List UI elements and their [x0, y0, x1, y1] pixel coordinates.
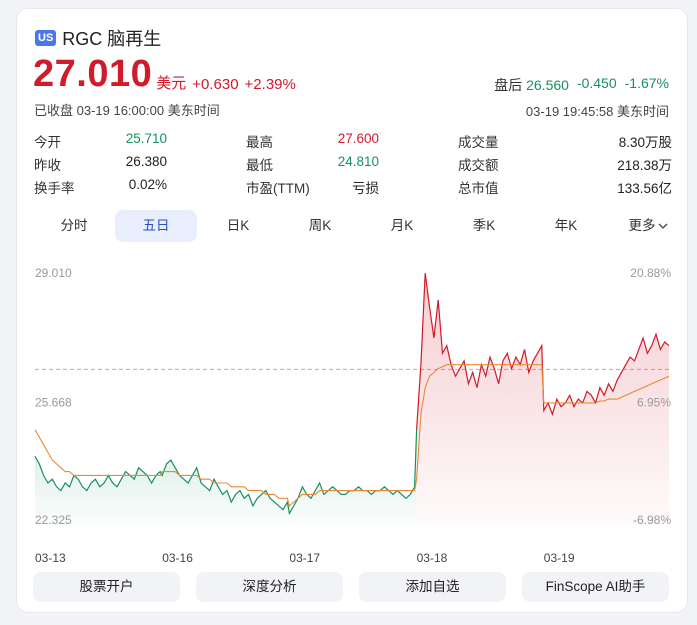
up-area-fill [416, 273, 669, 524]
stat-value: 24.810 [337, 153, 379, 169]
y-axis-label-right: 6.95% [637, 396, 671, 410]
finscope-ai-button[interactable]: FinScope AI助手 [522, 572, 669, 602]
stat-value: 亏损 [352, 180, 379, 196]
y-axis-label-left: 22.325 [35, 513, 72, 527]
stats-grid: 今开 25.710 最高 27.600 成交量 8.30万股昨收 26.380 最低 24.81… [34, 129, 672, 198]
stat-cell: 总市值 133.56亿 [458, 177, 672, 197]
tab-0[interactable]: 分时 [33, 210, 115, 242]
stat-cell: 最高 27.600 [246, 131, 458, 151]
stat-value: 27.600 [337, 130, 379, 146]
tab-2[interactable]: 日K [197, 210, 279, 242]
after-hours-price: 26.560 [526, 77, 569, 93]
price-row: 27.010 美元 +0.630 +2.39% [33, 55, 296, 93]
stat-cell: 成交量 8.30万股 [458, 131, 672, 151]
tab-1[interactable]: 五日 [115, 210, 197, 242]
after-hours-label: 盘后 26.560 [494, 77, 569, 93]
action-buttons: 股票开户 深度分析 添加自选 FinScope AI助手 [33, 572, 669, 602]
price-change-pct: +2.39% [244, 76, 296, 93]
after-hours-change: -0.450 [576, 75, 617, 91]
stat-label: 今开 [34, 134, 61, 150]
x-axis-label: 03-13 [35, 551, 66, 564]
stat-value: 0.02% [128, 176, 167, 192]
stock-name: RGC 脑再生 [62, 29, 162, 49]
tab-5[interactable]: 季K [443, 210, 525, 242]
currency-label: 美元 [156, 75, 187, 92]
y-axis-label-left: 25.668 [35, 396, 72, 410]
stat-label: 昨收 [34, 157, 61, 173]
stat-cell: 今开 25.710 [34, 131, 246, 151]
five-day-chart[interactable]: 29.010 25.668 22.325 20.88% 6.95% -6.98% 03-13… [17, 259, 688, 564]
tab-7[interactable]: 更多 [607, 210, 687, 242]
stat-label: 市盈(TTM) [246, 180, 310, 196]
after-hours-quote: 盘后 26.560 -0.450 -1.67% [494, 75, 669, 95]
x-axis-label: 03-16 [162, 551, 193, 564]
after-hours-time: 03-19 19:45:58 美东时间 [525, 104, 669, 119]
tab-3[interactable]: 周K [279, 210, 361, 242]
tab-more-label: 更多 [628, 218, 656, 233]
stat-label: 最低 [246, 157, 273, 173]
y-axis-label-left: 29.010 [35, 266, 72, 280]
market-badge: US [35, 30, 57, 46]
open-account-button[interactable]: 股票开户 [33, 572, 180, 602]
period-tabs: 分时 五日 日K 周K 月K 季K 年K 更多 [33, 210, 687, 242]
stat-value: 218.38万 [617, 157, 672, 173]
stat-value: 133.56亿 [617, 180, 672, 196]
stat-label: 成交额 [458, 157, 499, 173]
stats-row: 换手率 0.02% 市盈(TTM) 亏损 总市值 133.56亿 [34, 175, 672, 198]
down-area-fill [35, 429, 417, 524]
after-hours-change-pct: -1.67% [624, 75, 669, 91]
stock-header: US RGC 脑再生 [35, 25, 161, 51]
stat-value: 8.30万股 [618, 134, 672, 150]
tab-4[interactable]: 月K [361, 210, 443, 242]
x-axis-label: 03-19 [544, 551, 575, 564]
last-price: 27.010 [33, 53, 153, 95]
stat-label: 换手率 [34, 180, 75, 196]
x-axis-label: 03-18 [417, 551, 448, 564]
y-axis-label-right: -6.98% [633, 513, 671, 527]
stat-cell: 最低 24.810 [246, 154, 458, 174]
stat-label: 总市值 [458, 180, 499, 196]
deep-analysis-button[interactable]: 深度分析 [196, 572, 343, 602]
x-axis-label: 03-17 [289, 551, 320, 564]
chevron-down-icon [656, 218, 668, 233]
market-status: 已收盘 03-19 16:00:00 美东时间 [34, 103, 220, 118]
stat-cell: 换手率 0.02% [34, 177, 246, 197]
stat-value: 25.710 [125, 130, 167, 146]
tab-6[interactable]: 年K [525, 210, 607, 242]
stats-row: 今开 25.710 最高 27.600 成交量 8.30万股 [34, 129, 672, 152]
stat-cell: 市盈(TTM) 亏损 [246, 177, 458, 197]
price-change: +0.630 [192, 76, 239, 93]
stat-cell: 昨收 26.380 [34, 154, 246, 174]
stat-label: 最高 [246, 134, 273, 150]
stats-row: 昨收 26.380 最低 24.810 成交额 218.38万 [34, 152, 672, 175]
stat-value: 26.380 [125, 153, 167, 169]
quote-card: US RGC 脑再生 27.010 美元 +0.630 +2.39% 已收盘 0… [16, 8, 688, 613]
stat-cell: 成交额 218.38万 [458, 154, 672, 174]
stat-label: 成交量 [458, 134, 499, 150]
y-axis-label-right: 20.88% [630, 266, 671, 280]
add-watchlist-button[interactable]: 添加自选 [359, 572, 506, 602]
